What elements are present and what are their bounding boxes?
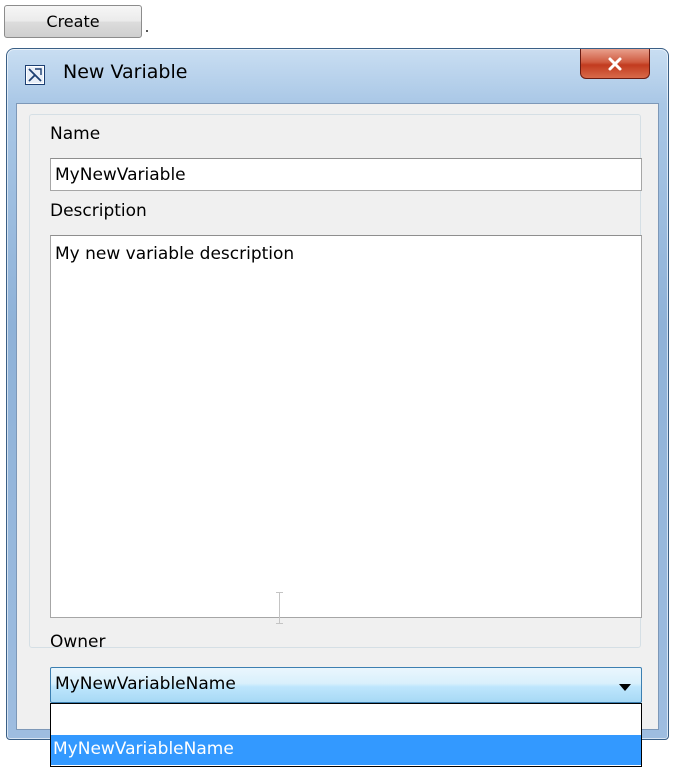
dialog-title: New Variable bbox=[63, 61, 188, 83]
owner-label: Owner bbox=[50, 632, 106, 652]
diagram-icon bbox=[25, 65, 45, 85]
close-icon bbox=[608, 57, 622, 70]
close-button[interactable] bbox=[580, 49, 650, 79]
owner-option-empty[interactable] bbox=[51, 704, 641, 734]
owner-select[interactable]: MyNewVariableName bbox=[50, 667, 642, 703]
owner-selected-value: MyNewVariableName bbox=[55, 674, 236, 694]
owner-option[interactable]: MyNewVariableName bbox=[51, 735, 641, 765]
dialog-body: Name Description My new variable descrip… bbox=[16, 103, 659, 767]
description-label: Description bbox=[50, 201, 147, 221]
dot bbox=[146, 30, 148, 32]
description-field[interactable]: My new variable description bbox=[50, 235, 642, 618]
owner-dropdown-list: MyNewVariableName bbox=[50, 703, 642, 767]
text-cursor-icon bbox=[276, 592, 283, 624]
create-button[interactable]: Create bbox=[4, 5, 142, 38]
chevron-down-icon[interactable] bbox=[619, 684, 631, 691]
name-field[interactable] bbox=[50, 158, 642, 191]
new-variable-dialog: New Variable Name Description My new var… bbox=[6, 48, 669, 767]
name-label: Name bbox=[50, 124, 101, 144]
